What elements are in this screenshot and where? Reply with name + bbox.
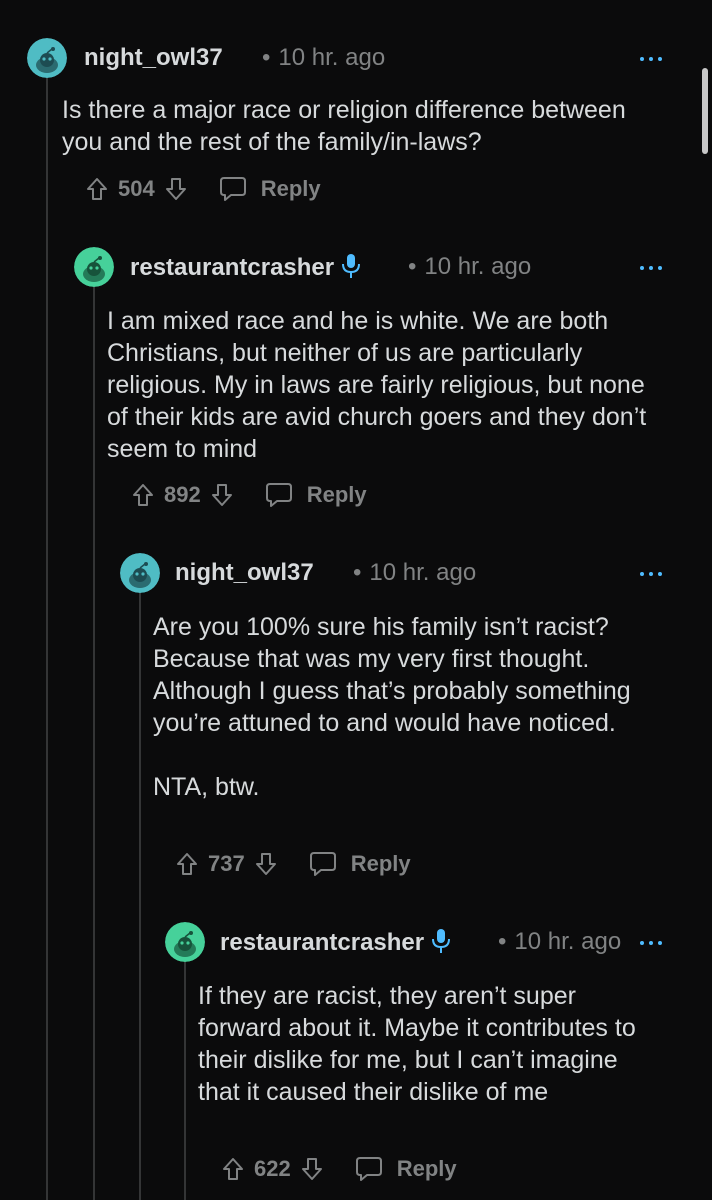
vote-score: 504: [118, 176, 155, 201]
thread-line-level-3: [139, 588, 141, 1200]
reply-label: Reply: [396, 1156, 457, 1181]
comment-author[interactable]: restaurantcrasher: [130, 253, 362, 282]
downvote-icon[interactable]: [255, 852, 277, 876]
snoo-avatar-icon: [27, 38, 67, 78]
comment-actions: 892 Reply: [132, 480, 367, 510]
avatar[interactable]: [27, 38, 67, 78]
comment-body: If they are racist, they aren’t super fo…: [198, 980, 638, 1108]
more-options-icon[interactable]: [640, 264, 662, 272]
avatar[interactable]: [74, 247, 114, 287]
timestamp-text: 10 hr. ago: [369, 559, 477, 586]
comment-actions: 737 Reply: [176, 849, 411, 879]
reply-icon: [355, 1157, 382, 1181]
mic-icon: [432, 929, 451, 953]
upvote-icon[interactable]: [176, 852, 198, 876]
reply-icon: [219, 177, 246, 201]
snoo-avatar-icon: [120, 553, 160, 593]
downvote-icon[interactable]: [165, 177, 187, 201]
author-name: restaurantcrasher: [130, 254, 335, 281]
comment-body: Are you 100% sure his family isn’t racis…: [153, 611, 643, 803]
comment-timestamp: • 10 hr. ago: [498, 928, 622, 955]
reply-icon: [265, 483, 292, 507]
comment-paragraph: Are you 100% sure his family isn’t racis…: [153, 613, 631, 737]
comment-actions: 622 Reply: [222, 1154, 457, 1184]
snoo-avatar-icon: [74, 247, 114, 287]
comment-author[interactable]: restaurantcrasher: [220, 928, 452, 957]
thread-line-level-2: [93, 280, 95, 1200]
more-options-icon[interactable]: [640, 939, 662, 947]
comment-paragraph: Is there a major race or religion differ…: [62, 96, 626, 156]
comment-body: Is there a major race or religion differ…: [62, 94, 662, 158]
downvote-icon[interactable]: [301, 1157, 323, 1181]
timestamp-text: 10 hr. ago: [278, 44, 386, 71]
comment-paragraph: NTA, btw.: [153, 773, 260, 801]
reply-label: Reply: [306, 482, 367, 507]
downvote-icon[interactable]: [211, 483, 233, 507]
timestamp-text: 10 hr. ago: [514, 928, 622, 955]
author-name: restaurantcrasher: [220, 929, 425, 956]
reply-button[interactable]: Reply: [265, 482, 367, 508]
snoo-avatar-icon: [165, 922, 205, 962]
vote-score: 737: [208, 851, 245, 876]
comment-author[interactable]: night_owl37: [175, 559, 314, 587]
avatar[interactable]: [120, 553, 160, 593]
comment-timestamp: • 10 hr. ago: [262, 44, 386, 71]
comment-author[interactable]: night_owl37: [84, 44, 223, 72]
vote-score: 622: [254, 1156, 291, 1181]
comment-actions: 504 Reply: [86, 174, 321, 204]
comment-timestamp: • 10 hr. ago: [408, 253, 532, 280]
upvote-icon[interactable]: [222, 1157, 244, 1181]
reply-icon: [309, 852, 336, 876]
reply-button[interactable]: Reply: [355, 1156, 457, 1182]
avatar[interactable]: [165, 922, 205, 962]
reply-button[interactable]: Reply: [219, 176, 321, 202]
timestamp-text: 10 hr. ago: [424, 253, 532, 280]
thread-line-level-1: [46, 74, 48, 1200]
comment-paragraph: I am mixed race and he is white. We are …: [107, 307, 647, 463]
upvote-icon[interactable]: [132, 483, 154, 507]
reply-label: Reply: [260, 176, 321, 201]
scrollbar[interactable]: [702, 68, 708, 154]
vote-score: 892: [164, 482, 201, 507]
mic-icon: [342, 254, 361, 278]
comment-body: I am mixed race and he is white. We are …: [107, 305, 647, 465]
reply-label: Reply: [350, 851, 411, 876]
more-options-icon[interactable]: [640, 55, 662, 63]
comment-paragraph: If they are racist, they aren’t super fo…: [198, 982, 636, 1106]
upvote-icon[interactable]: [86, 177, 108, 201]
more-options-icon[interactable]: [640, 570, 662, 578]
thread-line-level-4: [184, 956, 186, 1200]
reply-button[interactable]: Reply: [309, 851, 411, 877]
comment-timestamp: • 10 hr. ago: [353, 559, 477, 586]
